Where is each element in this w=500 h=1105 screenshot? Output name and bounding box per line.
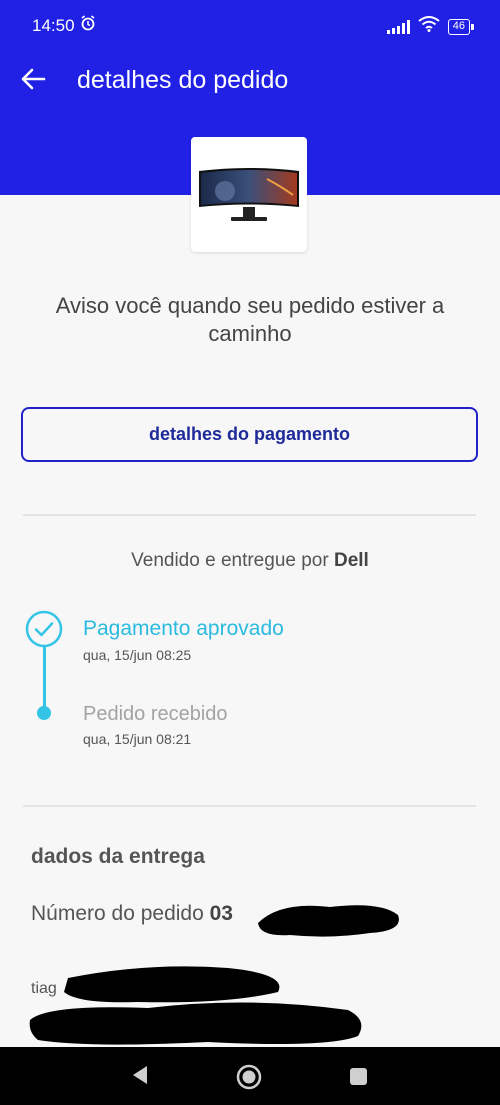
product-image-card[interactable] xyxy=(191,137,307,252)
status-icons: 46 xyxy=(386,16,475,37)
wifi-icon xyxy=(418,16,440,37)
nav-back-button[interactable] xyxy=(130,1064,150,1091)
order-number: Número do pedido 03 xyxy=(31,902,233,926)
timeline-event-date: qua, 15/jun 08:25 xyxy=(83,647,192,663)
section-title: dados da entrega xyxy=(31,845,205,868)
redaction-mark xyxy=(258,905,399,937)
battery-indicator: 46 xyxy=(447,18,475,35)
nav-recents-button[interactable] xyxy=(349,1067,368,1091)
timeline-event-title: Pagamento aprovado xyxy=(83,617,284,640)
status-time: 14:50 xyxy=(32,16,75,35)
redaction-mark xyxy=(29,966,362,1045)
divider xyxy=(23,514,476,516)
timeline-line xyxy=(43,646,46,712)
back-button[interactable] xyxy=(18,64,54,94)
order-number-value: 03 xyxy=(209,902,233,925)
timeline-event-date: qua, 15/jun 08:21 xyxy=(83,731,192,747)
delivery-notice: Aviso você quando seu pedido estiver a c… xyxy=(55,293,445,346)
seller-info: Vendido e entregue por Dell xyxy=(0,550,500,572)
payment-details-label: detalhes do pagamento xyxy=(148,424,351,444)
timeline-event-title: Pedido recebido xyxy=(83,703,228,725)
monitor-icon xyxy=(199,168,299,221)
order-number-label: Número do pedido xyxy=(31,902,210,925)
system-nav-bar xyxy=(0,1047,500,1105)
alarm-icon xyxy=(80,15,96,36)
triangle-back-icon xyxy=(133,1066,147,1084)
divider xyxy=(23,805,476,807)
circle-home-icon xyxy=(236,1064,262,1090)
check-circle-icon xyxy=(25,610,63,648)
seller-name: Dell xyxy=(333,550,369,571)
page-title: detalhes do pedido xyxy=(77,66,289,94)
signal-icon xyxy=(386,19,410,34)
arrow-left-icon xyxy=(21,68,46,90)
status-bar: 14:50 46 xyxy=(0,0,500,44)
timeline-dot xyxy=(37,706,51,720)
square-recents-icon xyxy=(350,1068,367,1085)
payment-details-button[interactable]: detalhes do pagamento xyxy=(21,407,478,462)
seller-prefix: Vendido e entregue por xyxy=(131,550,334,571)
nav-home-button[interactable] xyxy=(236,1064,262,1095)
